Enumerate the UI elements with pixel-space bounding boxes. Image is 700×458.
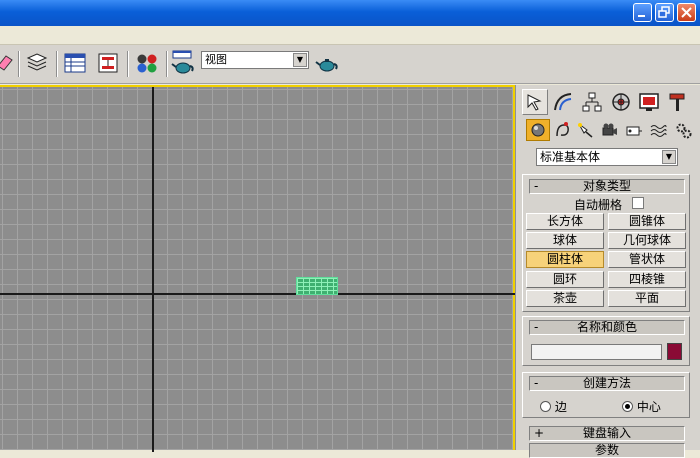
plane-button[interactable]: 平面: [608, 290, 686, 307]
view-select-value: 视图: [205, 53, 227, 66]
autogrid-checkbox[interactable]: [632, 197, 644, 209]
rollout-title: 创建方法: [582, 376, 631, 390]
rollout-object-type-header[interactable]: - 对象类型: [529, 179, 685, 194]
main-toolbar: [0, 45, 700, 84]
minimize-icon: [638, 15, 645, 17]
grid-axis-horizontal: [0, 293, 515, 295]
create-arrow-icon: [527, 94, 542, 111]
geometry-category-button[interactable]: [526, 119, 550, 141]
geosphere-button[interactable]: 几何球体: [608, 232, 686, 249]
layer-manager-button[interactable]: [24, 50, 50, 76]
eraser-tool-button[interactable]: [0, 50, 18, 76]
layers-icon: [26, 53, 48, 71]
tab-create[interactable]: [522, 89, 548, 115]
render-setup-button[interactable]: [170, 50, 196, 76]
tape-helper-icon: [626, 126, 642, 136]
object-name-field[interactable]: [531, 344, 662, 360]
wave-icon: [650, 125, 667, 137]
systems-category-button[interactable]: [671, 119, 695, 141]
restore-button[interactable]: [655, 3, 674, 22]
tube-button[interactable]: 管状体: [608, 251, 686, 268]
tab-utilities[interactable]: [665, 89, 691, 115]
rollout-name-color-header[interactable]: - 名称和颜色: [529, 320, 685, 335]
object-color-swatch[interactable]: [667, 343, 682, 360]
toolbar-separator: [56, 51, 58, 77]
radio-circle-icon: [622, 401, 633, 412]
expand-symbol: +: [534, 426, 545, 440]
cylinder-button[interactable]: 圆柱体: [526, 251, 604, 268]
eraser-icon: [0, 55, 13, 71]
center-radio[interactable]: 中心: [622, 398, 661, 415]
tab-display[interactable]: [636, 89, 662, 115]
chevron-down-icon[interactable]: ▼: [662, 150, 676, 164]
sphere-icon: [531, 123, 545, 137]
toolbar-separator: [127, 51, 129, 77]
shapes-icon: [556, 122, 569, 137]
collapse-symbol: -: [534, 179, 539, 193]
collapse-symbol: -: [534, 320, 539, 334]
hierarchy-icon: [582, 92, 602, 112]
autogrid-label: 自动栅格: [574, 198, 623, 212]
schematic-icon: [98, 53, 118, 73]
box-button[interactable]: 长方体: [526, 213, 604, 230]
hammer-icon: [669, 93, 685, 111]
restore-icon: [658, 6, 670, 18]
track-view-button[interactable]: [62, 50, 88, 76]
primitive-category-select[interactable]: 标准基本体 ▼: [536, 148, 678, 166]
display-monitor-icon: [639, 93, 659, 111]
minimize-button[interactable]: [633, 3, 652, 22]
close-icon: [681, 7, 692, 18]
gears-icon: [676, 123, 692, 139]
spreadsheet-icon: [64, 53, 86, 73]
view-select[interactable]: 视图 ▼: [201, 51, 309, 69]
rollout-title: 键盘输入: [582, 426, 631, 440]
camera-icon: [602, 123, 617, 136]
tab-hierarchy[interactable]: [579, 89, 605, 115]
teapot-button[interactable]: 茶壶: [526, 290, 604, 307]
menu-bar: [0, 26, 700, 45]
grid-axis-vertical: [152, 87, 154, 452]
light-icon: [578, 123, 593, 138]
rollout-creation-method-header[interactable]: - 创建方法: [529, 376, 685, 391]
space-warps-category-button[interactable]: [646, 119, 670, 141]
rollout-title: 名称和颜色: [576, 320, 637, 334]
material-editor-button[interactable]: [134, 50, 160, 76]
edge-radio[interactable]: 边: [540, 398, 567, 415]
center-radio-label: 中心: [636, 400, 661, 414]
torus-button[interactable]: 圆环: [526, 271, 604, 288]
tab-motion[interactable]: [608, 89, 634, 115]
teapot-render-icon: [171, 50, 194, 74]
pyramid-button[interactable]: 四棱锥: [608, 271, 686, 288]
cone-button[interactable]: 圆锥体: [608, 213, 686, 230]
edge-radio-label: 边: [554, 400, 567, 414]
material-spheres-icon: [137, 54, 157, 73]
cameras-category-button[interactable]: [598, 119, 622, 141]
primitive-category-value: 标准基本体: [540, 150, 601, 164]
rollout-title: 参数: [594, 443, 619, 457]
shapes-category-button[interactable]: [551, 119, 575, 141]
radio-circle-icon: [540, 401, 551, 412]
title-bar: [0, 0, 700, 26]
rollout-parameters-header[interactable]: 参数: [529, 443, 685, 458]
schematic-view-button[interactable]: [95, 50, 121, 76]
rollout-keyboard-entry-header[interactable]: + 键盘输入: [529, 426, 685, 441]
collapse-symbol: -: [534, 376, 539, 390]
chevron-down-icon[interactable]: ▼: [293, 53, 307, 67]
teapot-icon: [315, 59, 338, 72]
toolbar-separator: [18, 51, 20, 77]
modify-arc-icon: [554, 93, 572, 111]
close-button[interactable]: [677, 3, 696, 22]
viewport-top[interactable]: [0, 85, 515, 452]
quick-render-button[interactable]: [314, 50, 340, 76]
sphere-button[interactable]: 球体: [526, 232, 604, 249]
toolbar-separator: [166, 51, 168, 77]
tab-modify[interactable]: [550, 89, 576, 115]
motion-wheel-icon: [612, 93, 630, 111]
lights-category-button[interactable]: [573, 119, 597, 141]
rollout-title: 对象类型: [582, 179, 631, 193]
cylinder-object[interactable]: [296, 277, 338, 295]
helpers-category-button[interactable]: [622, 119, 646, 141]
